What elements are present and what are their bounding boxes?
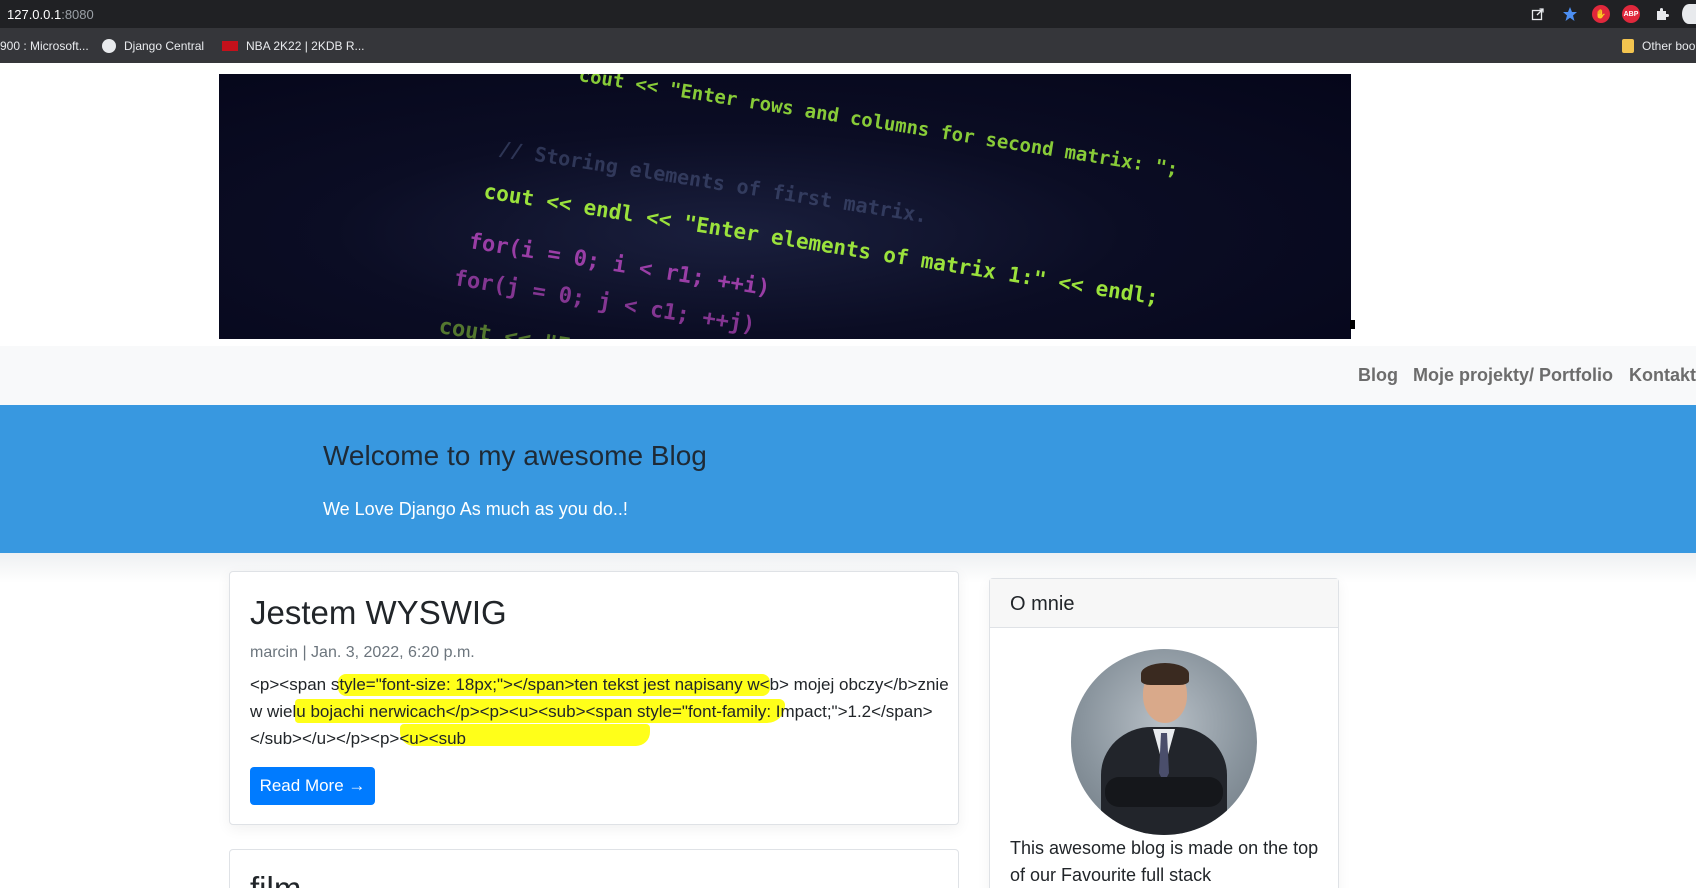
puzzle-extensions-icon[interactable]: [1652, 4, 1672, 24]
sidebar-title: O mnie: [1010, 593, 1075, 615]
post-excerpt: <p><span style="font-size: 18px;"></span…: [250, 675, 949, 748]
post-title[interactable]: film: [250, 870, 301, 888]
code-line: cout << "Ent: [437, 314, 598, 339]
nba-logo-icon: [222, 40, 238, 51]
read-more-button[interactable]: Read More →: [250, 767, 375, 805]
author-photo: [1071, 649, 1257, 835]
sidebar-header: O mnie: [990, 579, 1338, 628]
bookmark-star-icon[interactable]: [1560, 4, 1580, 24]
nav-blog-link[interactable]: Blog: [1358, 365, 1398, 386]
post-card: film: [229, 849, 959, 888]
bookmark-label: 900 : Microsoft...: [0, 38, 89, 53]
post-title[interactable]: Jestem WYSWIG: [250, 594, 507, 632]
photo-crossed-arms: [1105, 777, 1223, 807]
bookmark-microsoft[interactable]: 900 : Microsoft...: [0, 39, 89, 53]
adblock-icon[interactable]: ABP: [1622, 5, 1640, 23]
about-sidebar: O mnie This awesome blog is made on the …: [989, 578, 1339, 888]
bookmark-django-central[interactable]: Django Central: [102, 38, 205, 53]
main-navbar: Blog Moje projekty/ Portfolio Kontakt: [0, 346, 1696, 405]
sidebar-about-text: This awesome blog is made on the top of …: [1010, 838, 1319, 885]
url-port: :8080: [61, 6, 94, 22]
bookmark-label: Django Central: [124, 38, 205, 53]
nav-projects-link[interactable]: Moje projekty/ Portfolio: [1413, 365, 1613, 386]
jumbotron: Welcome to my awesome Blog We Love Djang…: [0, 405, 1696, 553]
folder-icon: [1622, 38, 1634, 53]
browser-toolbar-icons: ✋ ABP: [1516, 0, 1696, 28]
bookmark-nba2k22[interactable]: NBA 2K22 | 2KDB R...: [222, 39, 365, 53]
post-excerpt-container: <p><span style="font-size: 18px;"></span…: [250, 671, 950, 752]
jumbotron-title: Welcome to my awesome Blog: [323, 440, 707, 471]
image-resize-handle: [1350, 320, 1355, 329]
bookmark-label: NBA 2K22 | 2KDB R...: [246, 38, 365, 53]
photo-hair: [1141, 663, 1189, 685]
post-meta: marcin | Jan. 3, 2022, 6:20 p.m.: [250, 644, 475, 661]
jumbotron-subtitle: We Love Django As much as you do..!: [323, 499, 628, 519]
other-bookmarks[interactable]: Other boo: [1622, 38, 1696, 53]
share-icon[interactable]: [1528, 4, 1548, 24]
browser-address-bar[interactable]: 127.0.0.1:8080 ✋ ABP: [0, 0, 1696, 28]
globe-icon: [102, 38, 116, 53]
url-host: 127.0.0.1: [7, 6, 62, 22]
post-card: Jestem WYSWIG marcin | Jan. 3, 2022, 6:2…: [229, 571, 959, 825]
header-code-image: cout << "Enter rows and columns for seco…: [219, 74, 1351, 339]
other-bookmarks-label: Other boo: [1642, 38, 1696, 53]
nav-contact-link[interactable]: Kontakt: [1629, 365, 1696, 386]
url-text[interactable]: 127.0.0.1:8080: [7, 7, 94, 22]
bookmarks-bar: 900 : Microsoft... Django Central NBA 2K…: [0, 28, 1696, 63]
stop-extension-icon[interactable]: ✋: [1592, 5, 1610, 23]
profile-avatar-icon[interactable]: [1682, 4, 1696, 24]
